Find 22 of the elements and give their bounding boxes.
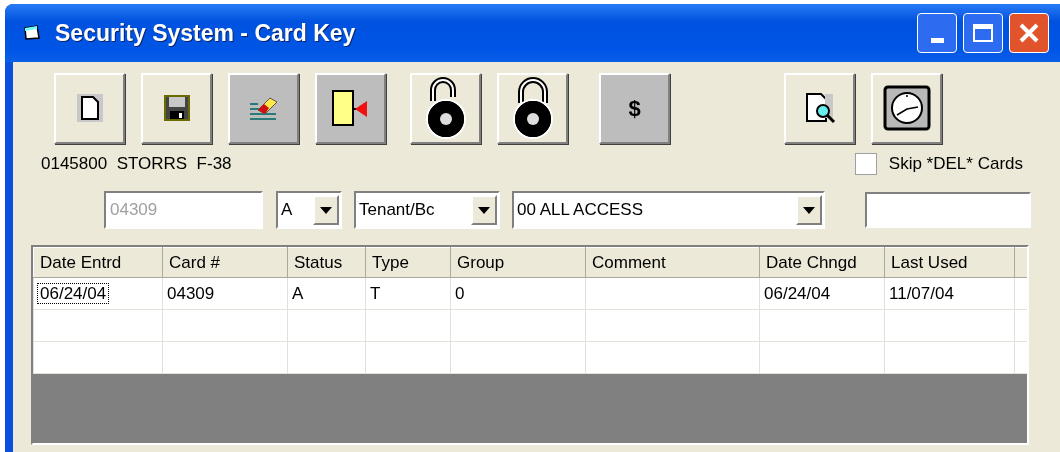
column-header[interactable]: Status <box>287 247 366 278</box>
column-header[interactable]: Comment <box>585 247 760 278</box>
column-header[interactable]: Date Entrd <box>33 247 163 278</box>
account-label: 0145800 STORRS F-38 <box>41 153 232 176</box>
toolbar-button[interactable]: $ <box>599 72 670 144</box>
table-cell: 06/24/04 <box>764 283 831 303</box>
table-cell: 11/07/04 <box>889 283 954 303</box>
table-cell: 04309 <box>167 283 215 303</box>
window-title: Security System - Card Key <box>55 18 356 48</box>
column-header[interactable]: Group <box>450 247 586 278</box>
column-header[interactable]: Date Chngd <box>759 247 885 278</box>
status-dropdown[interactable]: A <box>276 191 342 229</box>
type-dropdown[interactable]: Tenant/Bc <box>354 191 500 229</box>
table-cell: 06/24/04 <box>38 283 109 303</box>
table-cell: T <box>370 283 381 303</box>
column-header[interactable]: Last Used <box>884 247 1015 278</box>
column-header[interactable]: Card # <box>162 247 288 278</box>
table-cell: 0 <box>455 283 465 303</box>
group-dropdown[interactable]: 00 ALL ACCESS <box>512 191 825 229</box>
checkbox-label: Skip *DEL* Cards <box>888 153 1023 176</box>
table-cell: A <box>292 283 304 303</box>
column-header[interactable]: Type <box>365 247 451 278</box>
